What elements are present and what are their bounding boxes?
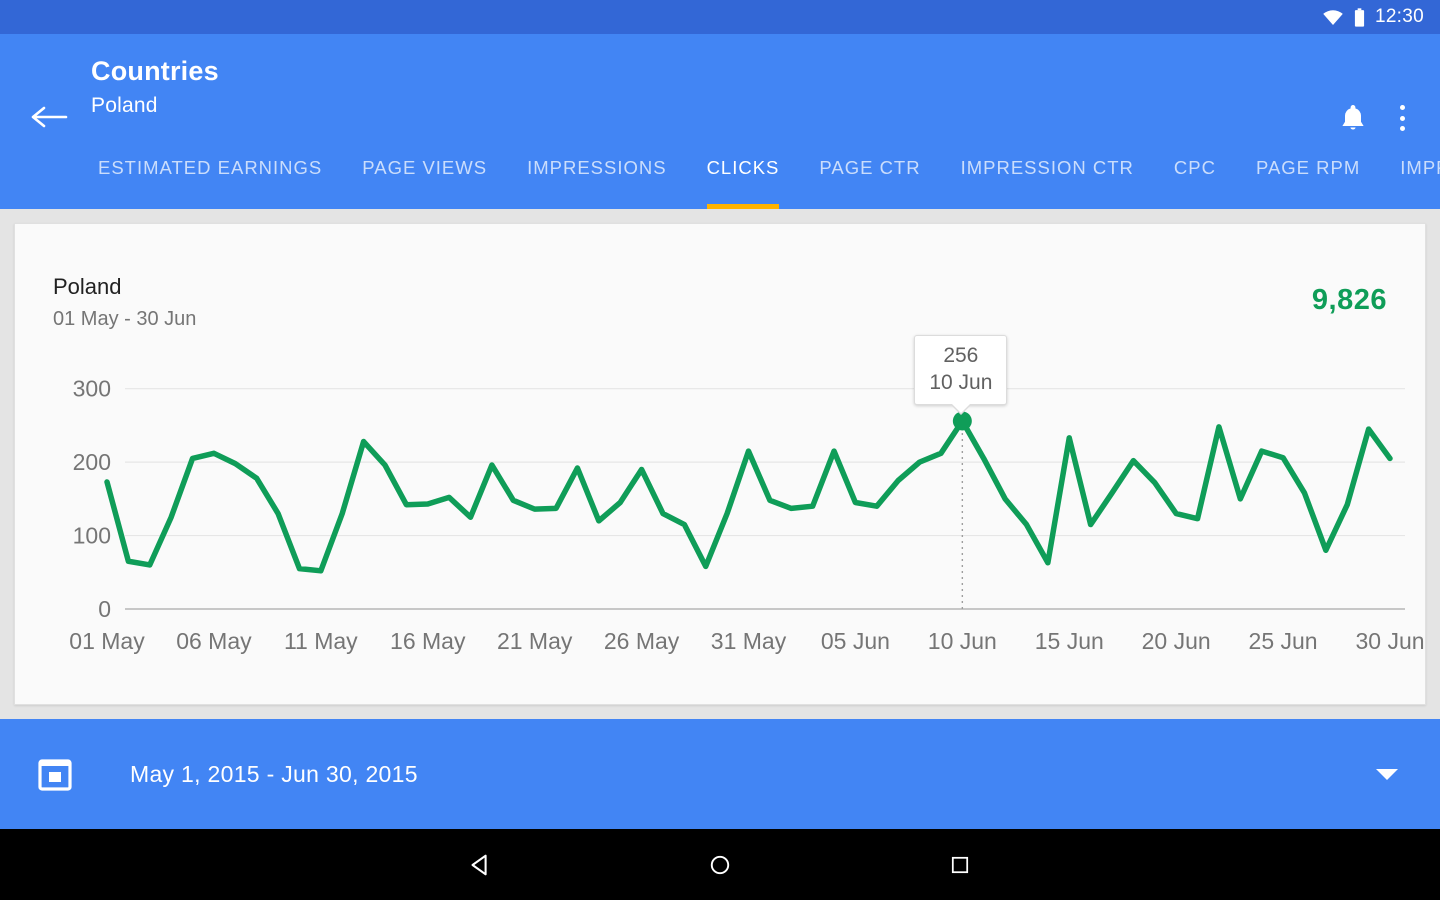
page-title: Countries [91, 56, 219, 86]
android-nav-bar [0, 829, 1440, 900]
x-axis-tick-label: 01 May [69, 628, 145, 654]
x-axis-tick-label: 25 Jun [1249, 628, 1318, 654]
chart-svg: 0 100 200 300 01 May 06 May 11 May 16 May 21 May… [69, 376, 1424, 654]
chart-tooltip: 256 10 Jun [914, 335, 1008, 415]
tab-impressions[interactable]: IMPRESSIONS [527, 135, 667, 209]
x-axis-tick-label: 15 Jun [1035, 628, 1104, 654]
x-axis-tick-label: 11 May [284, 628, 358, 654]
date-range-selector[interactable]: May 1, 2015 - Jun 30, 2015 [0, 719, 1440, 829]
tab-impression-rpm[interactable]: IMPRESSION RPM [1400, 135, 1440, 209]
overflow-dot [1399, 105, 1405, 110]
tab-clicks[interactable]: CLICKS [706, 135, 780, 209]
y-axis-tick-label: 100 [73, 523, 111, 549]
line-chart[interactable]: 0 100 200 300 01 May 06 May 11 May 16 May 21 May… [15, 224, 1427, 706]
date-range-label: May 1, 2015 - Jun 30, 2015 [130, 760, 418, 787]
overflow-menu-icon[interactable] [1389, 102, 1415, 134]
tooltip-value: 256 [943, 344, 979, 367]
content-area: Poland 01 May - 30 Jun 9,826 0 100 200 300 0… [0, 209, 1440, 719]
x-axis-tick-label: 10 Jun [928, 628, 997, 654]
battery-icon [1354, 7, 1365, 27]
x-axis-tick-label: 20 Jun [1142, 628, 1211, 654]
bell-icon[interactable] [1338, 102, 1368, 134]
nav-recents-icon[interactable] [840, 829, 1080, 900]
chart-card: Poland 01 May - 30 Jun 9,826 0 100 200 300 0… [14, 223, 1426, 705]
wifi-icon [1322, 9, 1344, 25]
page-subtitle: Poland [91, 94, 158, 117]
tab-page-ctr[interactable]: PAGE CTR [819, 135, 920, 209]
x-axis-tick-label: 21 May [497, 628, 573, 654]
chevron-down-icon[interactable] [1376, 768, 1398, 780]
back-arrow-icon[interactable] [30, 102, 68, 132]
y-axis-tick-label: 300 [73, 376, 111, 402]
overflow-dot [1399, 115, 1405, 121]
metric-tabs[interactable]: ESTIMATED EARNINGS PAGE VIEWS IMPRESSIONS C… [0, 135, 1440, 209]
status-bar: 12:30 [0, 0, 1440, 34]
tooltip-date: 10 Jun [929, 371, 993, 394]
tab-page-rpm[interactable]: PAGE RPM [1256, 135, 1360, 209]
nav-back-icon[interactable] [360, 829, 600, 900]
overflow-dot [1399, 126, 1405, 131]
x-axis-tick-label: 26 May [604, 628, 680, 654]
app-screen: 12:30 Countries Poland ESTIMATED EARNING… [0, 0, 1440, 900]
x-axis-tick-label: 16 May [390, 628, 466, 654]
app-bar-titles: Countries Poland [91, 54, 219, 121]
x-axis-tick-label: 05 Jun [821, 628, 890, 654]
tab-impression-ctr[interactable]: IMPRESSION CTR [961, 135, 1134, 209]
status-bar-clock: 12:30 [1374, 6, 1424, 27]
nav-home-icon[interactable] [600, 829, 840, 900]
x-axis-tick-label: 30 Jun [1355, 628, 1424, 654]
x-axis-tick-label: 06 May [176, 628, 252, 654]
y-axis-tick-label: 0 [98, 596, 111, 622]
x-axis-tick-label: 31 May [711, 628, 787, 654]
tab-cpc[interactable]: CPC [1174, 135, 1216, 209]
calendar-icon [38, 757, 72, 791]
chart-line-series [104, 418, 1393, 574]
app-bar: Countries Poland ESTIMATED EARNINGS PAGE … [0, 34, 1440, 209]
tab-page-views[interactable]: PAGE VIEWS [362, 135, 487, 209]
tab-estimated-earnings[interactable]: ESTIMATED EARNINGS [98, 135, 322, 209]
y-axis-tick-label: 200 [73, 449, 111, 475]
